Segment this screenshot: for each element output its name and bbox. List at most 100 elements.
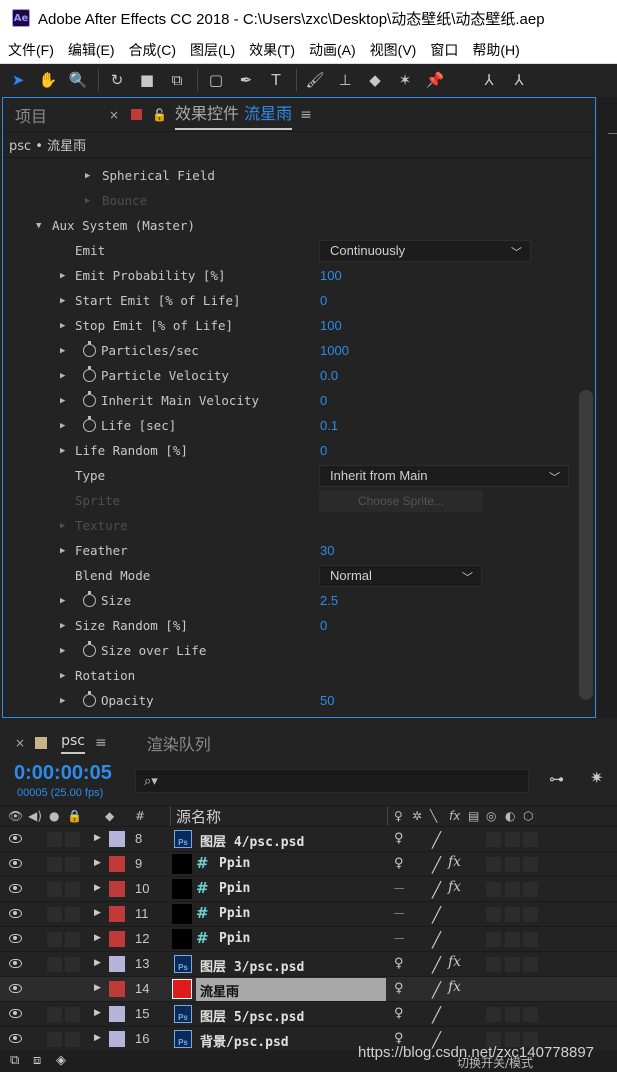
tab-render-queue[interactable]: 渲染队列 bbox=[147, 731, 211, 755]
stopwatch-icon[interactable] bbox=[83, 416, 96, 432]
effect-property-row[interactable]: ▶ Stop Emit [% of Life] 100 bbox=[3, 313, 578, 338]
eraser-tool-icon[interactable]: ◆ bbox=[363, 68, 387, 92]
expand-arrow-icon[interactable]: ▶ bbox=[60, 546, 65, 556]
visibility-eye-icon[interactable] bbox=[9, 834, 22, 843]
effect-property-value[interactable]: 0.0 bbox=[320, 368, 338, 383]
label-color-swatch[interactable] bbox=[109, 956, 125, 972]
adjustment-toggle[interactable] bbox=[505, 832, 520, 847]
lock-toggle[interactable] bbox=[65, 1032, 80, 1047]
effect-property-row[interactable]: Type Inherit from Main ﹀ bbox=[3, 463, 578, 488]
label-color-swatch[interactable] bbox=[109, 856, 125, 872]
camera-tool-icon[interactable]: ■ bbox=[135, 68, 159, 92]
close-tab-icon[interactable]: × bbox=[109, 108, 119, 122]
3d-layer-toggle[interactable] bbox=[523, 832, 538, 847]
menu-item-6[interactable]: 视图(V) bbox=[363, 40, 424, 60]
lock-toggle[interactable] bbox=[65, 1007, 80, 1022]
motion-blur-toggle[interactable] bbox=[486, 957, 501, 972]
visibility-eye-icon[interactable] bbox=[9, 934, 22, 943]
menu-item-5[interactable]: 动画(A) bbox=[302, 40, 363, 60]
expand-arrow-icon[interactable]: ▶ bbox=[60, 621, 65, 631]
shy-switch-icon[interactable]: ♀ bbox=[394, 831, 404, 846]
type-tool-icon[interactable]: T bbox=[264, 68, 288, 92]
shy-column-icon[interactable]: ♀ bbox=[394, 809, 403, 823]
quality-switch-icon[interactable]: ╱ bbox=[432, 931, 441, 949]
menu-item-7[interactable]: 窗口 bbox=[423, 40, 465, 60]
expand-arrow-icon[interactable]: ▶ bbox=[60, 296, 65, 306]
solo-column-icon[interactable]: ● bbox=[49, 809, 59, 823]
puppet-pin-icon[interactable]: 📌 bbox=[423, 68, 447, 92]
effect-property-row[interactable]: ▶ Start Emit [% of Life] 0 bbox=[3, 288, 578, 313]
visibility-eye-icon[interactable] bbox=[9, 884, 22, 893]
quality-switch-icon[interactable]: ╱ bbox=[432, 856, 441, 874]
collapse-column-icon[interactable]: ✲ bbox=[412, 809, 422, 823]
layer-row[interactable]: ▶ 12 # Ppin ⏤ ╱ bbox=[0, 927, 617, 952]
solo-toggle[interactable] bbox=[47, 1007, 62, 1022]
axis-world-icon[interactable]: ⅄ bbox=[507, 68, 531, 92]
comp-mini-icon[interactable]: ⧉ bbox=[10, 1053, 19, 1068]
stopwatch-icon[interactable] bbox=[83, 366, 96, 382]
adjustment-toggle[interactable] bbox=[505, 982, 520, 997]
layer-row[interactable]: ▶ 10 # Ppin ⏤ ╱ fx bbox=[0, 877, 617, 902]
shy-switch-icon[interactable]: ♀ bbox=[394, 956, 404, 971]
expand-arrow-icon[interactable]: ▶ bbox=[94, 833, 101, 843]
lock-toggle[interactable] bbox=[65, 857, 80, 872]
lock-toggle[interactable] bbox=[65, 982, 80, 997]
layer-name[interactable]: 图层 4/psc.psd bbox=[200, 831, 304, 850]
effect-property-value[interactable]: 0 bbox=[320, 618, 327, 633]
effect-property-row[interactable]: ▶ Feather 30 bbox=[3, 538, 578, 563]
effect-property-value[interactable]: 0 bbox=[320, 443, 327, 458]
menu-item-1[interactable]: 编辑(E) bbox=[61, 40, 122, 60]
property-dropdown[interactable]: Inherit from Main ﹀ bbox=[319, 464, 569, 487]
effect-property-row[interactable]: ▶ Bounce bbox=[3, 188, 578, 213]
effect-property-value[interactable]: 2.5 bbox=[320, 593, 338, 608]
stopwatch-icon[interactable] bbox=[83, 391, 96, 407]
motion-blur-toggle[interactable] bbox=[486, 1007, 501, 1022]
label-color-swatch[interactable] bbox=[109, 881, 125, 897]
solo-toggle[interactable] bbox=[47, 957, 62, 972]
selection-tool-icon[interactable]: ➤ bbox=[6, 68, 30, 92]
motion-blur-toggle[interactable] bbox=[486, 857, 501, 872]
draft-3d-icon[interactable]: ✷ bbox=[590, 768, 603, 787]
effect-property-row[interactable]: ▼ Aux System (Master) bbox=[3, 213, 578, 238]
adjustment-toggle[interactable] bbox=[505, 882, 520, 897]
pan-behind-icon[interactable]: ⧉ bbox=[165, 68, 189, 92]
hand-tool-icon[interactable]: ✋ bbox=[36, 68, 60, 92]
expand-arrow-icon[interactable]: ▶ bbox=[85, 171, 90, 181]
lock-column-icon[interactable]: 🔒 bbox=[67, 809, 82, 823]
layer-row[interactable]: ▶ 15 Ps 图层 5/psc.psd ♀ ╱ bbox=[0, 1002, 617, 1027]
adjustment-toggle[interactable] bbox=[505, 932, 520, 947]
quality-switch-icon[interactable]: ╱ bbox=[432, 956, 441, 974]
stopwatch-icon[interactable] bbox=[83, 591, 96, 607]
layer-name[interactable]: Ppin bbox=[219, 931, 250, 946]
effect-property-row[interactable]: ▶ Life [sec] 0.1 bbox=[3, 413, 578, 438]
effects-fx-icon[interactable]: fx bbox=[448, 879, 461, 895]
motion-blur-column-icon[interactable]: ◎ bbox=[486, 809, 496, 823]
close-comp-tab-icon[interactable]: × bbox=[15, 736, 25, 750]
effects-fx-icon[interactable]: fx bbox=[448, 854, 461, 870]
adjustment-toggle[interactable] bbox=[505, 907, 520, 922]
timeline-menu-icon[interactable]: ≡ bbox=[95, 735, 107, 751]
effect-property-row[interactable]: Blend Mode Normal ﹀ bbox=[3, 563, 578, 588]
layer-switches-icon[interactable]: ⧈ bbox=[33, 1053, 41, 1068]
solo-toggle[interactable] bbox=[47, 832, 62, 847]
layer-row[interactable]: ▶ 13 Ps 图层 3/psc.psd ♀ ╱ fx bbox=[0, 952, 617, 977]
motion-blur-toggle[interactable] bbox=[486, 932, 501, 947]
solo-toggle[interactable] bbox=[47, 857, 62, 872]
label-color-swatch[interactable] bbox=[109, 1006, 125, 1022]
layer-name[interactable]: 流星雨 bbox=[200, 981, 239, 1000]
effect-property-row[interactable]: Sprite Choose Sprite... bbox=[3, 488, 578, 513]
motion-blur-toggle[interactable] bbox=[486, 907, 501, 922]
label-color-swatch[interactable] bbox=[109, 831, 125, 847]
expand-arrow-icon[interactable]: ▶ bbox=[94, 933, 101, 943]
menu-item-4[interactable]: 效果(T) bbox=[242, 40, 302, 60]
visibility-eye-icon[interactable] bbox=[9, 959, 22, 968]
shy-switch-icon[interactable]: ⏤ bbox=[394, 906, 404, 921]
transfer-controls-icon[interactable]: ◈ bbox=[56, 1053, 66, 1068]
expand-arrow-icon[interactable]: ▶ bbox=[94, 1033, 101, 1043]
effect-property-row[interactable]: ▶ Size 2.5 bbox=[3, 588, 578, 613]
3d-layer-toggle[interactable] bbox=[523, 957, 538, 972]
quality-switch-icon[interactable]: ╱ bbox=[432, 881, 441, 899]
stopwatch-icon[interactable] bbox=[83, 691, 96, 707]
effect-property-value[interactable]: 0.1 bbox=[320, 418, 338, 433]
effect-property-row[interactable]: ▶ Particle Velocity 0.0 bbox=[3, 363, 578, 388]
